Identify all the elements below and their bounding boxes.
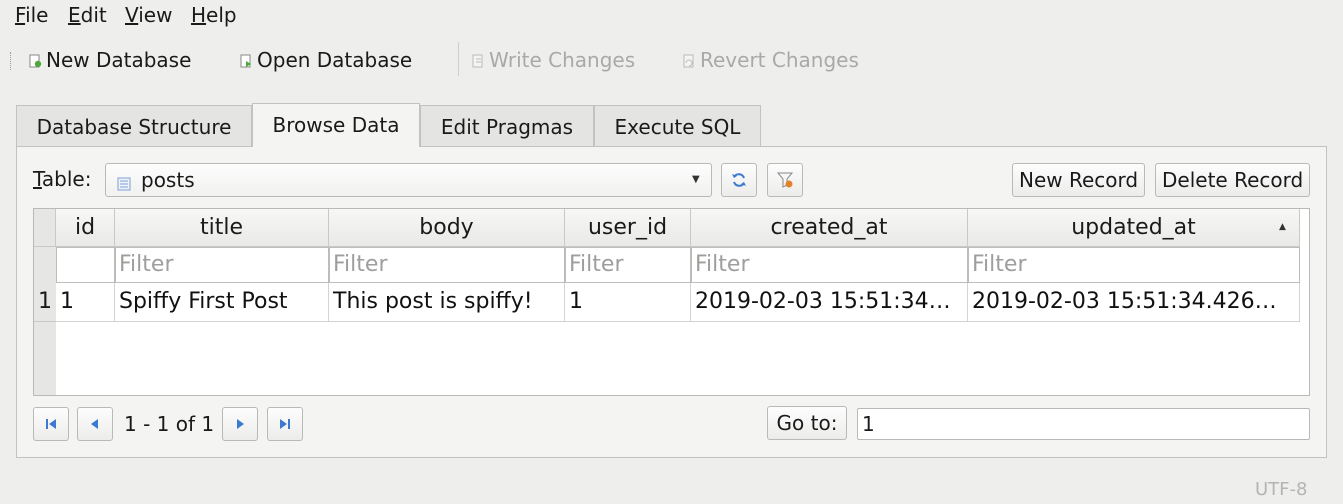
previous-page-icon — [88, 419, 102, 434]
table-label: Table: — [33, 167, 92, 191]
last-page-button[interactable] — [267, 407, 303, 441]
column-header-body[interactable]: body — [329, 209, 565, 247]
tab-edit-pragmas[interactable]: Edit Pragmas — [420, 105, 594, 147]
refresh-icon — [729, 171, 749, 195]
table-cell[interactable]: 1 — [56, 283, 115, 322]
go-to-button[interactable]: Go to: — [767, 406, 847, 440]
filter-input-title[interactable]: Filter — [115, 247, 329, 283]
column-header-updated-at[interactable]: updated_at — [968, 209, 1300, 247]
new-record-button[interactable]: New Record — [1012, 163, 1145, 197]
table-cell[interactable]: 2019-02-03 15:51:34… — [691, 283, 968, 322]
encoding-status: UTF-8 — [1255, 479, 1308, 500]
row-number[interactable]: 1 — [34, 283, 56, 322]
new-database-icon — [28, 45, 42, 68]
open-database-icon — [239, 45, 253, 68]
new-database-button[interactable]: New Database — [28, 44, 191, 76]
tab-database-structure[interactable]: Database Structure — [16, 105, 252, 147]
column-header-created-at[interactable]: created_at — [691, 209, 968, 247]
table-select[interactable] — [105, 163, 712, 197]
table-icon — [117, 172, 131, 191]
refresh-button[interactable] — [721, 163, 757, 197]
clear-filters-icon — [775, 171, 795, 195]
write-changes-icon — [471, 45, 485, 68]
menu-view[interactable]: View — [125, 3, 172, 27]
open-database-button[interactable]: Open Database — [239, 44, 412, 76]
table-cell[interactable]: 2019-02-03 15:51:34.426… — [968, 283, 1300, 322]
page-range-text: 1 - 1 of 1 — [124, 412, 215, 436]
table-cell[interactable]: Spiffy First Post — [115, 283, 329, 322]
table-cell[interactable]: 1 — [565, 283, 691, 322]
tab-browse-data[interactable]: Browse Data — [252, 103, 420, 147]
menu-help[interactable]: Help — [191, 3, 237, 27]
next-page-icon — [233, 419, 247, 434]
previous-page-button[interactable] — [77, 407, 113, 441]
tab-execute-sql[interactable]: Execute SQL — [594, 105, 761, 147]
first-page-button[interactable] — [33, 407, 69, 441]
toolbar-separator — [458, 42, 459, 76]
menu-edit[interactable]: Edit — [68, 3, 107, 27]
table-cell[interactable]: This post is spiffy! — [329, 283, 565, 322]
sort-ascending-icon: ▲ — [1279, 222, 1286, 232]
filter-input-id[interactable] — [56, 247, 115, 283]
first-page-icon — [44, 419, 58, 434]
last-page-icon — [278, 419, 292, 434]
filter-input-user-id[interactable]: Filter — [565, 247, 691, 283]
table-select-value: posts — [141, 168, 195, 192]
write-changes-button[interactable]: Write Changes — [471, 44, 635, 76]
filter-input-created-at[interactable]: Filter — [691, 247, 968, 283]
revert-changes-icon — [682, 45, 696, 68]
column-header-user-id[interactable]: user_id — [565, 209, 691, 247]
filter-input-updated-at[interactable]: Filter — [968, 247, 1300, 283]
toolbar-grip[interactable] — [10, 52, 13, 70]
menu-bar: File Edit View Help — [0, 0, 1343, 30]
menu-file[interactable]: File — [15, 3, 48, 27]
revert-changes-button[interactable]: Revert Changes — [682, 44, 859, 76]
column-header-title[interactable]: title — [115, 209, 329, 247]
chevron-down-icon: ▼ — [692, 174, 700, 185]
next-page-button[interactable] — [222, 407, 258, 441]
column-header-id[interactable]: id — [56, 209, 115, 247]
go-to-input[interactable]: 1 — [857, 408, 1310, 440]
clear-filters-button[interactable] — [767, 163, 803, 197]
delete-record-button[interactable]: Delete Record — [1155, 163, 1310, 197]
filter-input-body[interactable]: Filter — [329, 247, 565, 283]
grid-corner[interactable] — [34, 209, 56, 247]
